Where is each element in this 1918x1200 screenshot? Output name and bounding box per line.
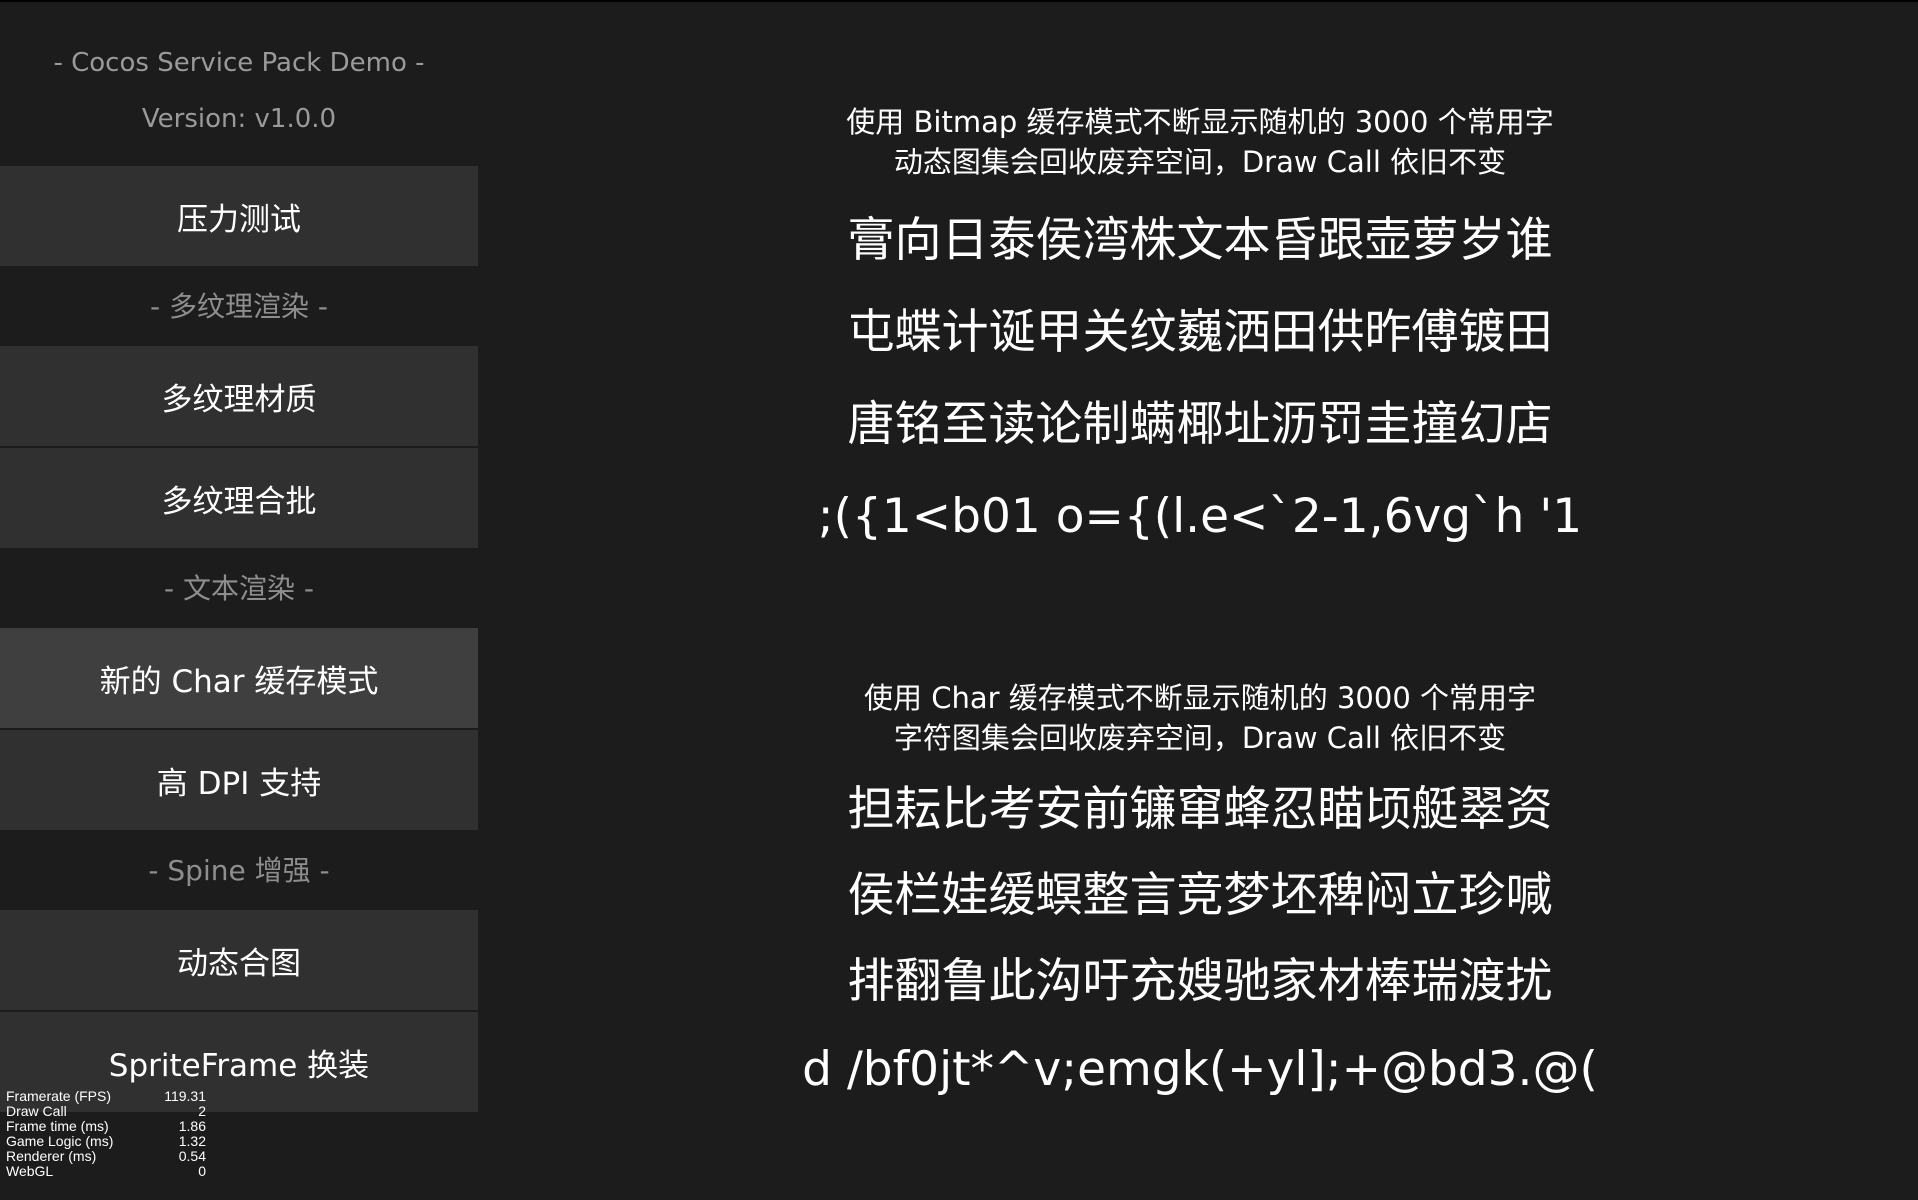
stat-frame-time: Frame time (ms) 1.86: [6, 1119, 206, 1134]
stat-label: Game Logic (ms): [6, 1133, 114, 1149]
stat-label: Framerate (FPS): [6, 1088, 112, 1104]
char-glyph-line: 侯栏娃缓螟整言竞梦坯稗闷立珍喊: [847, 868, 1553, 923]
stat-value: 0: [198, 1163, 206, 1179]
stat-value: 2: [198, 1103, 206, 1119]
stat-draw-call: Draw Call 2: [6, 1104, 206, 1119]
stat-label: Draw Call: [6, 1103, 67, 1119]
char-glyph-line: 担耘比考安前镰窜蜂忍瞄顷艇翠资: [847, 782, 1553, 837]
multi-texture-batch-button[interactable]: 多纹理合批: [0, 448, 478, 548]
section-label-multitexture: - 多纹理渲染 -: [149, 290, 328, 323]
bitmap-description: 使用 Bitmap 缓存模式不断显示随机的 3000 个常用字 动态图集会回收废…: [780, 102, 1620, 182]
stats-overlay: Framerate (FPS) 119.31 Draw Call 2 Frame…: [6, 1089, 206, 1179]
section-label-spine: - Spine 增强 -: [148, 854, 330, 887]
stress-test-button[interactable]: 压力测试: [0, 166, 478, 266]
bitmap-glyph-line: ;({1<b01 o={(l.e<`2-1,6vg`h '1: [817, 489, 1583, 544]
char-glyph-line: 排翻鲁此沟吁充嫂驰家材棒瑞渡扰: [847, 954, 1553, 1009]
bitmap-desc-line1: 使用 Bitmap 缓存模式不断显示随机的 3000 个常用字: [846, 105, 1554, 139]
sidebar: - Cocos Service Pack Demo - Version: v1.…: [0, 0, 478, 1200]
multi-texture-material-button[interactable]: 多纹理材质: [0, 346, 478, 446]
stat-value: 119.31: [164, 1088, 206, 1104]
dynamic-atlas-button[interactable]: 动态合图: [0, 910, 478, 1010]
bitmap-glyph-line: 唐铭至读论制螨椰址沥罚圭撞幻店: [847, 397, 1553, 452]
char-cache-mode-button[interactable]: 新的 Char 缓存模式: [0, 628, 478, 728]
stat-value: 0.54: [178, 1148, 206, 1164]
stat-fps: Framerate (FPS) 119.31: [6, 1089, 206, 1104]
app-title: - Cocos Service Pack Demo -: [53, 48, 425, 78]
char-glyph-line: d /bf0jt*^v;emgk(+yl];+@bd3.@(: [802, 1042, 1598, 1097]
section-label-text: - 文本渲染 -: [163, 572, 314, 605]
version-label: Version: v1.0.0: [141, 104, 337, 134]
bitmap-glyph-line: 膏向日泰侯湾株文本昏跟壶萝岁谁: [847, 213, 1553, 268]
char-description: 使用 Char 缓存模式不断显示随机的 3000 个常用字 字符图集会回收废弃空…: [780, 678, 1620, 758]
bitmap-glyph-line: 屯蝶计诞甲关纹巍洒田供昨傅镀田: [847, 305, 1553, 360]
stat-label: WebGL: [6, 1163, 54, 1179]
stat-webgl: WebGL 0: [6, 1164, 206, 1179]
bitmap-desc-line2: 动态图集会回收废弃空间，Draw Call 依旧不变: [893, 145, 1507, 179]
high-dpi-button[interactable]: 高 DPI 支持: [0, 730, 478, 830]
char-desc-line2: 字符图集会回收废弃空间，Draw Call 依旧不变: [893, 721, 1507, 755]
stat-value: 1.32: [178, 1133, 206, 1149]
char-desc-line1: 使用 Char 缓存模式不断显示随机的 3000 个常用字: [864, 681, 1536, 715]
stat-value: 1.86: [178, 1118, 206, 1134]
stat-label: Renderer (ms): [6, 1148, 97, 1164]
stat-renderer: Renderer (ms) 0.54: [6, 1149, 206, 1164]
stat-label: Frame time (ms): [6, 1118, 109, 1134]
stat-game-logic: Game Logic (ms) 1.32: [6, 1134, 206, 1149]
